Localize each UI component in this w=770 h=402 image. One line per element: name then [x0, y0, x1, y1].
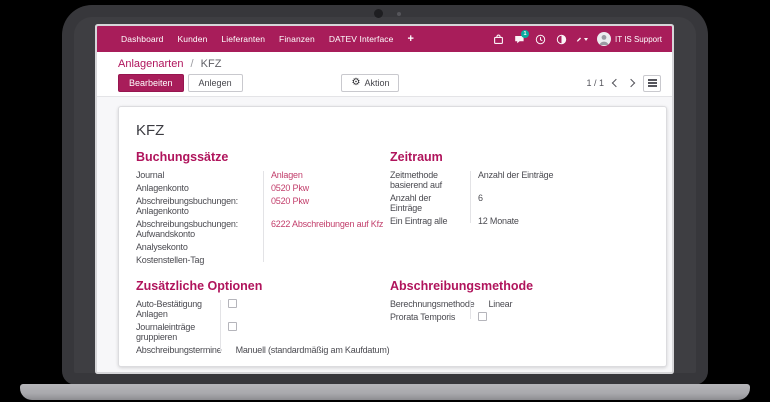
- view-switcher-list-icon[interactable]: [643, 75, 661, 92]
- form-view-background: KFZ Buchungssätze Journal Anlagen Anlage…: [97, 96, 672, 372]
- field-label: Berechnungsmethode: [390, 299, 480, 309]
- user-menu[interactable]: IT IS Support: [597, 32, 662, 46]
- field-row-prorata-temporis: Prorata Temporis: [390, 312, 656, 322]
- menu-item-kunden[interactable]: Kunden: [177, 34, 207, 44]
- field-value: 6: [470, 193, 483, 203]
- journaleintraege-gruppieren-checkbox[interactable]: [228, 322, 237, 331]
- pager-next-icon[interactable]: [627, 79, 635, 87]
- field-row-anlagenkonto: Anlagenkonto 0520 Pkw: [136, 183, 390, 193]
- menu-item-dashboard[interactable]: Dashboard: [121, 34, 163, 44]
- field-row-abschreibungstermine: Abschreibungstermine Manuell (standardmä…: [136, 345, 390, 355]
- laptop-base: [20, 384, 750, 400]
- edit-button[interactable]: Bearbeiten: [118, 74, 184, 92]
- auto-bestaetigung-checkbox[interactable]: [228, 299, 237, 308]
- prorata-temporis-checkbox[interactable]: [478, 312, 487, 321]
- field-value-link[interactable]: Anlagen: [263, 170, 303, 180]
- field-row-abschreibung-aufwandskonto: Abschreibungsbuchungen: Aufwandskonto 62…: [136, 219, 390, 239]
- field-label: Anzahl der Einträge: [390, 193, 470, 213]
- pager: 1 / 1: [586, 75, 661, 92]
- field-row-anzahl-eintraege: Anzahl der Einträge 6: [390, 193, 656, 213]
- control-panel: Anlagenarten / KFZ Bearbeiten Anlegen ⚙ …: [97, 52, 672, 96]
- field-list: Zeitmethode basierend auf Anzahl der Ein…: [390, 170, 656, 226]
- breadcrumb-separator: /: [191, 58, 194, 70]
- field-label: Journal: [136, 170, 263, 180]
- field-value: Linear: [480, 299, 512, 309]
- field-value-empty: [263, 242, 271, 252]
- menu-item-finanzen[interactable]: Finanzen: [279, 34, 315, 44]
- topbar-right-icons: 1: [492, 32, 662, 46]
- field-row-kostenstellen-tag: Kostenstellen-Tag: [136, 255, 390, 265]
- chevron-down-icon: [584, 38, 588, 41]
- field-label: Kostenstellen-Tag: [136, 255, 263, 265]
- field-row-zeitmethode: Zeitmethode basierend auf Anzahl der Ein…: [390, 170, 656, 190]
- field-list: Journal Anlagen Anlagenkonto 0520 Pkw Ab…: [136, 170, 390, 265]
- field-row-eintrag-alle: Ein Eintrag alle 12 Monate: [390, 216, 656, 226]
- action-label: Aktion: [364, 78, 389, 88]
- button-row: Bearbeiten Anlegen ⚙ Aktion 1 / 1: [118, 74, 661, 92]
- group-heading: Zeitraum: [390, 150, 656, 164]
- avatar: [597, 32, 611, 46]
- field-label: Auto-Bestätigung Anlagen: [136, 299, 220, 319]
- group-abschreibungsmethode: Abschreibungsmethode Berechnungsmethode …: [390, 279, 656, 358]
- webcam-led-dot: [397, 12, 401, 16]
- chat-icon[interactable]: 1: [513, 33, 525, 45]
- field-value: 12 Monate: [470, 216, 519, 226]
- group-heading: Abschreibungsmethode: [390, 279, 656, 293]
- field-value-link[interactable]: 0520 Pkw: [263, 196, 309, 206]
- field-value-empty: [263, 255, 271, 265]
- breadcrumb-parent-link[interactable]: Anlagenarten: [118, 58, 183, 70]
- field-value-link[interactable]: 6222 Abschreibungen auf Kfz: [263, 219, 383, 229]
- laptop-screen: Dashboard Kunden Lieferanten Finanzen DA…: [97, 26, 672, 372]
- group-buchungssaetze: Buchungssätze Journal Anlagen Anlagenkon…: [136, 150, 390, 268]
- add-menu-icon[interactable]: +: [407, 33, 414, 45]
- group-zusaetzliche-optionen: Zusätzliche Optionen Auto-Bestätigung An…: [136, 279, 390, 358]
- field-groups: Buchungssätze Journal Anlagen Anlagenkon…: [136, 150, 656, 358]
- field-label: Anlagenkonto: [136, 183, 263, 193]
- pen-icon[interactable]: [576, 33, 588, 45]
- field-label: Journaleinträge gruppieren: [136, 322, 220, 342]
- bag-icon[interactable]: [492, 33, 504, 45]
- group-zeitraum: Zeitraum Zeitmethode basierend auf Anzah…: [390, 150, 656, 268]
- field-value-link[interactable]: 0520 Pkw: [263, 183, 309, 193]
- group-heading: Zusätzliche Optionen: [136, 279, 390, 293]
- field-row-berechnungsmethode: Berechnungsmethode Linear: [390, 299, 656, 309]
- field-label: Prorata Temporis: [390, 312, 470, 322]
- create-button[interactable]: Anlegen: [188, 74, 243, 92]
- pager-count: 1 / 1: [586, 78, 604, 88]
- pager-previous-icon[interactable]: [612, 79, 620, 87]
- field-row-auto-bestaetigung: Auto-Bestätigung Anlagen: [136, 299, 390, 319]
- record-title: KFZ: [136, 122, 656, 139]
- menu-item-lieferanten[interactable]: Lieferanten: [221, 34, 265, 44]
- form-sheet: KFZ Buchungssätze Journal Anlagen Anlage…: [118, 106, 667, 367]
- user-name: IT IS Support: [615, 35, 662, 44]
- field-row-journaleintraege-gruppieren: Journaleinträge gruppieren: [136, 322, 390, 342]
- clock-icon[interactable]: [534, 33, 546, 45]
- group-heading: Buchungssätze: [136, 150, 390, 164]
- breadcrumb-current: KFZ: [201, 58, 222, 70]
- field-row-abschreibung-anlagenkonto: Abschreibungsbuchungen: Anlagenkonto 052…: [136, 196, 390, 216]
- chat-unread-badge: 1: [521, 30, 529, 38]
- field-value: Anzahl der Einträge: [470, 170, 553, 180]
- field-list: Berechnungsmethode Linear Prorata Tempor…: [390, 299, 656, 322]
- main-menu: Dashboard Kunden Lieferanten Finanzen DA…: [121, 33, 414, 45]
- top-nav-bar: Dashboard Kunden Lieferanten Finanzen DA…: [97, 26, 672, 52]
- field-row-analysekonto: Analysekonto: [136, 242, 390, 252]
- menu-item-datev-interface[interactable]: DATEV Interface: [329, 34, 394, 44]
- webcam-dot: [374, 9, 383, 18]
- field-label: Zeitmethode basierend auf: [390, 170, 470, 190]
- field-label: Analysekonto: [136, 242, 263, 252]
- field-label: Ein Eintrag alle: [390, 216, 470, 226]
- field-value: Manuell (standardmäßig am Kaufdatum): [228, 345, 390, 355]
- field-label: Abschreibungsbuchungen: Anlagenkonto: [136, 196, 263, 216]
- action-dropdown-button[interactable]: ⚙ Aktion: [341, 74, 399, 92]
- field-label: Abschreibungsbuchungen: Aufwandskonto: [136, 219, 263, 239]
- gear-icon: ⚙: [351, 78, 360, 88]
- field-label: Abschreibungstermine: [136, 345, 228, 355]
- contrast-icon[interactable]: [555, 33, 567, 45]
- field-list: Auto-Bestätigung Anlagen Journaleinträge…: [136, 299, 390, 355]
- breadcrumb: Anlagenarten / KFZ: [118, 58, 661, 71]
- field-row-journal: Journal Anlagen: [136, 170, 390, 180]
